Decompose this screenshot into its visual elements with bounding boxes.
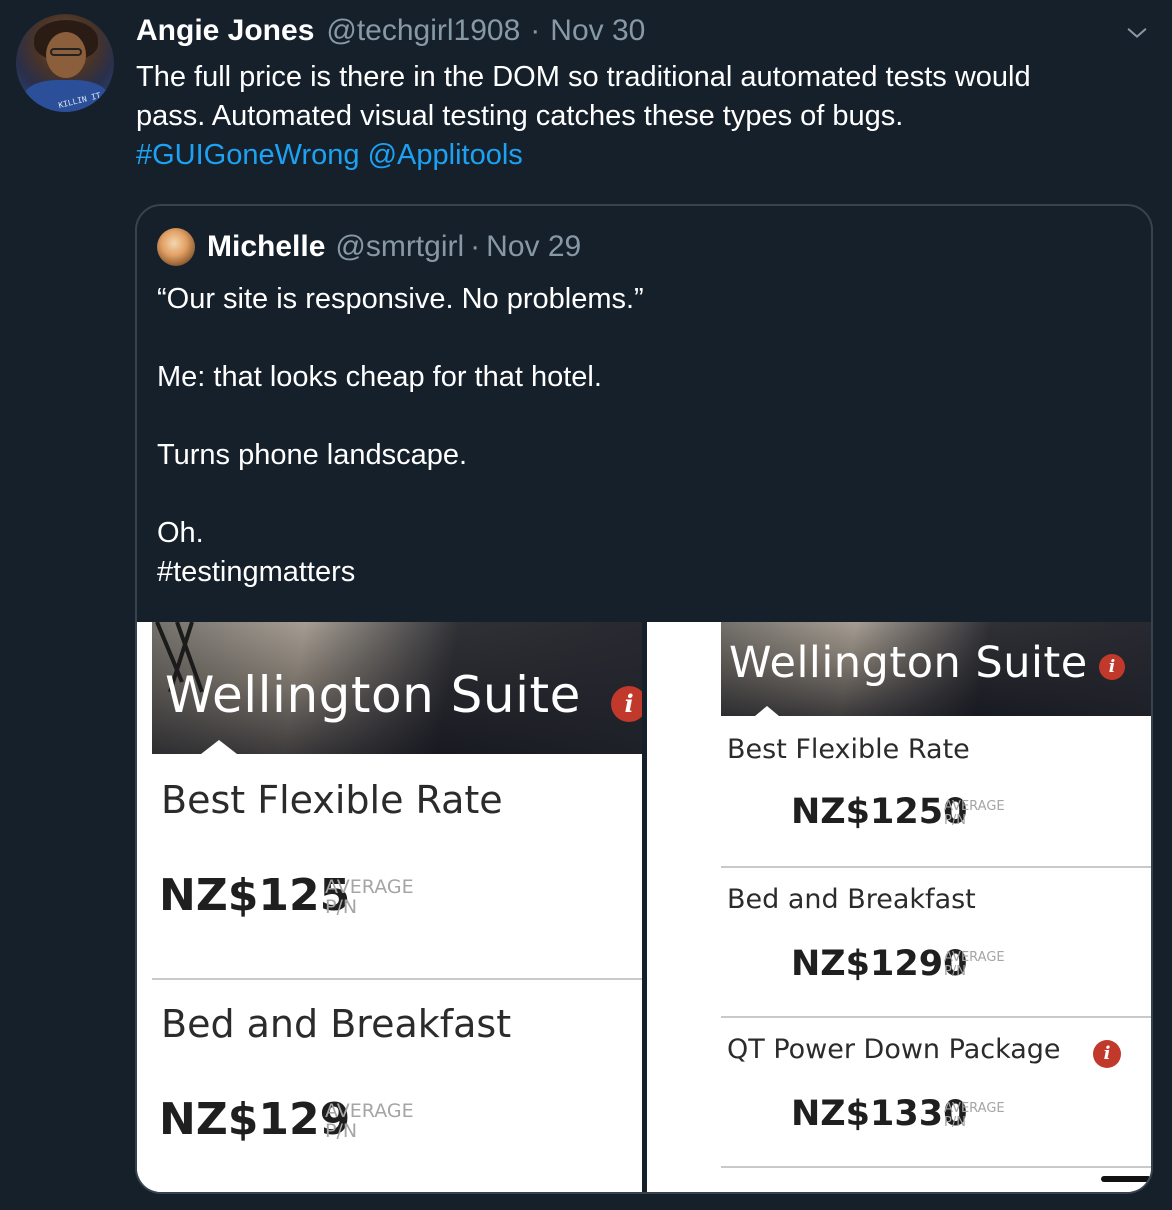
media-image-left[interactable]: Wellington Suite i Best Flexible Rate NZ… [137,622,642,1192]
rate-price: NZ$129 [159,1094,351,1145]
quoted-text-line: #testingmatters [157,556,356,588]
quoted-tweet[interactable]: Michelle @smrtgirl · Nov 29 “Our site is… [135,204,1153,1194]
average-label: AVERAGE P/N [325,1100,414,1142]
average-label-line1: AVERAGE [325,1100,414,1122]
header-separator: · [530,14,541,47]
quoted-text-line: Oh. [157,517,204,549]
average-label: AVERAGE P/N [944,951,1005,978]
average-label-line1: AVERAGE [944,950,1005,965]
average-label: AVERAGE P/N [944,1102,1005,1129]
rate-price: NZ$125 [159,870,351,921]
tweet: KILLIN IT Angie Jones @techgirl1908 · No… [0,0,1172,1210]
average-label: AVERAGE P/N [944,800,1005,827]
quoted-text-line: Me: that looks cheap for that hotel. [157,361,602,393]
quoted-text-line: Turns phone landscape. [157,439,468,471]
avatar-glasses [50,48,82,56]
average-label-line2: P/N [325,895,358,918]
rate-name: Best Flexible Rate [727,734,970,765]
suite-title: Wellington Suite [165,666,581,724]
average-label-line2: P/N [944,1114,966,1130]
info-icon[interactable]: i [1099,654,1125,680]
average-label: AVERAGE P/N [325,876,414,918]
quoted-tweet-text: “Our site is responsive. No problems.” M… [157,280,1117,592]
quoted-author-avatar[interactable] [157,228,195,266]
tweet-date[interactable]: Nov 30 [550,14,645,48]
average-label-line1: AVERAGE [325,876,414,898]
rate-price: NZ$1330 [791,1094,968,1134]
quoted-text-line [157,475,1117,514]
rate-divider [152,978,642,980]
quoted-tweet-date[interactable]: Nov 29 [486,230,581,264]
tweet-text: The full price is there in the DOM so tr… [136,58,1146,175]
mention-link[interactable]: @Applitools [368,139,523,171]
quoted-author-handle[interactable]: @smrtgirl [335,230,464,264]
quoted-tweet-header: Michelle @smrtgirl · Nov 29 [207,230,581,264]
suite-title: Wellington Suite [729,638,1088,688]
quoted-text-line: “Our site is responsive. No problems.” [157,283,644,315]
rate-divider [721,1016,1151,1018]
tweet-header: Angie Jones @techgirl1908 · Nov 30 [136,14,645,54]
chevron-down-icon-svg [1127,28,1147,38]
hero-notch [201,740,237,754]
rate-name: QT Power Down Package [727,1034,1061,1065]
average-label-line2: P/N [944,963,966,979]
average-label-line1: AVERAGE [944,1101,1005,1116]
average-label-line1: AVERAGE [944,799,1005,814]
chevron-down-icon[interactable] [1126,22,1148,44]
author-name[interactable]: Angie Jones [136,14,314,48]
info-icon[interactable]: i [611,686,642,722]
tweet-text-line-1: The full price is there in the DOM so tr… [136,61,1031,93]
quoted-header-separator: · [470,230,481,263]
home-indicator [1101,1176,1151,1182]
info-icon[interactable]: i [1093,1040,1121,1068]
rate-price: NZ$1290 [791,944,968,984]
hashtag-link[interactable]: #GUIGoneWrong [136,139,360,171]
quoted-media[interactable]: Wellington Suite i Best Flexible Rate NZ… [137,622,1151,1192]
rate-name: Bed and Breakfast [727,884,976,915]
author-handle[interactable]: @techgirl1908 [326,14,520,48]
average-label-line2: P/N [325,1119,358,1142]
tweet-text-line-2: pass. Automated visual testing catches t… [136,100,904,132]
author-avatar[interactable]: KILLIN IT [16,14,114,112]
rate-divider [721,866,1151,868]
tweet-text-line-3: #GUIGoneWrong @Applitools [136,136,1146,175]
hero-notch [755,706,779,716]
rate-price: NZ$1250 [791,792,968,832]
quoted-text-line [157,319,1117,358]
quoted-author-name[interactable]: Michelle [207,230,325,264]
rate-divider [721,1166,1151,1168]
rate-name: Best Flexible Rate [161,778,503,822]
media-image-right[interactable]: Wellington Suite i Best Flexible Rate NZ… [647,622,1151,1192]
rate-name: Bed and Breakfast [161,1002,512,1046]
quoted-text-line [157,397,1117,436]
average-label-line2: P/N [944,812,966,828]
